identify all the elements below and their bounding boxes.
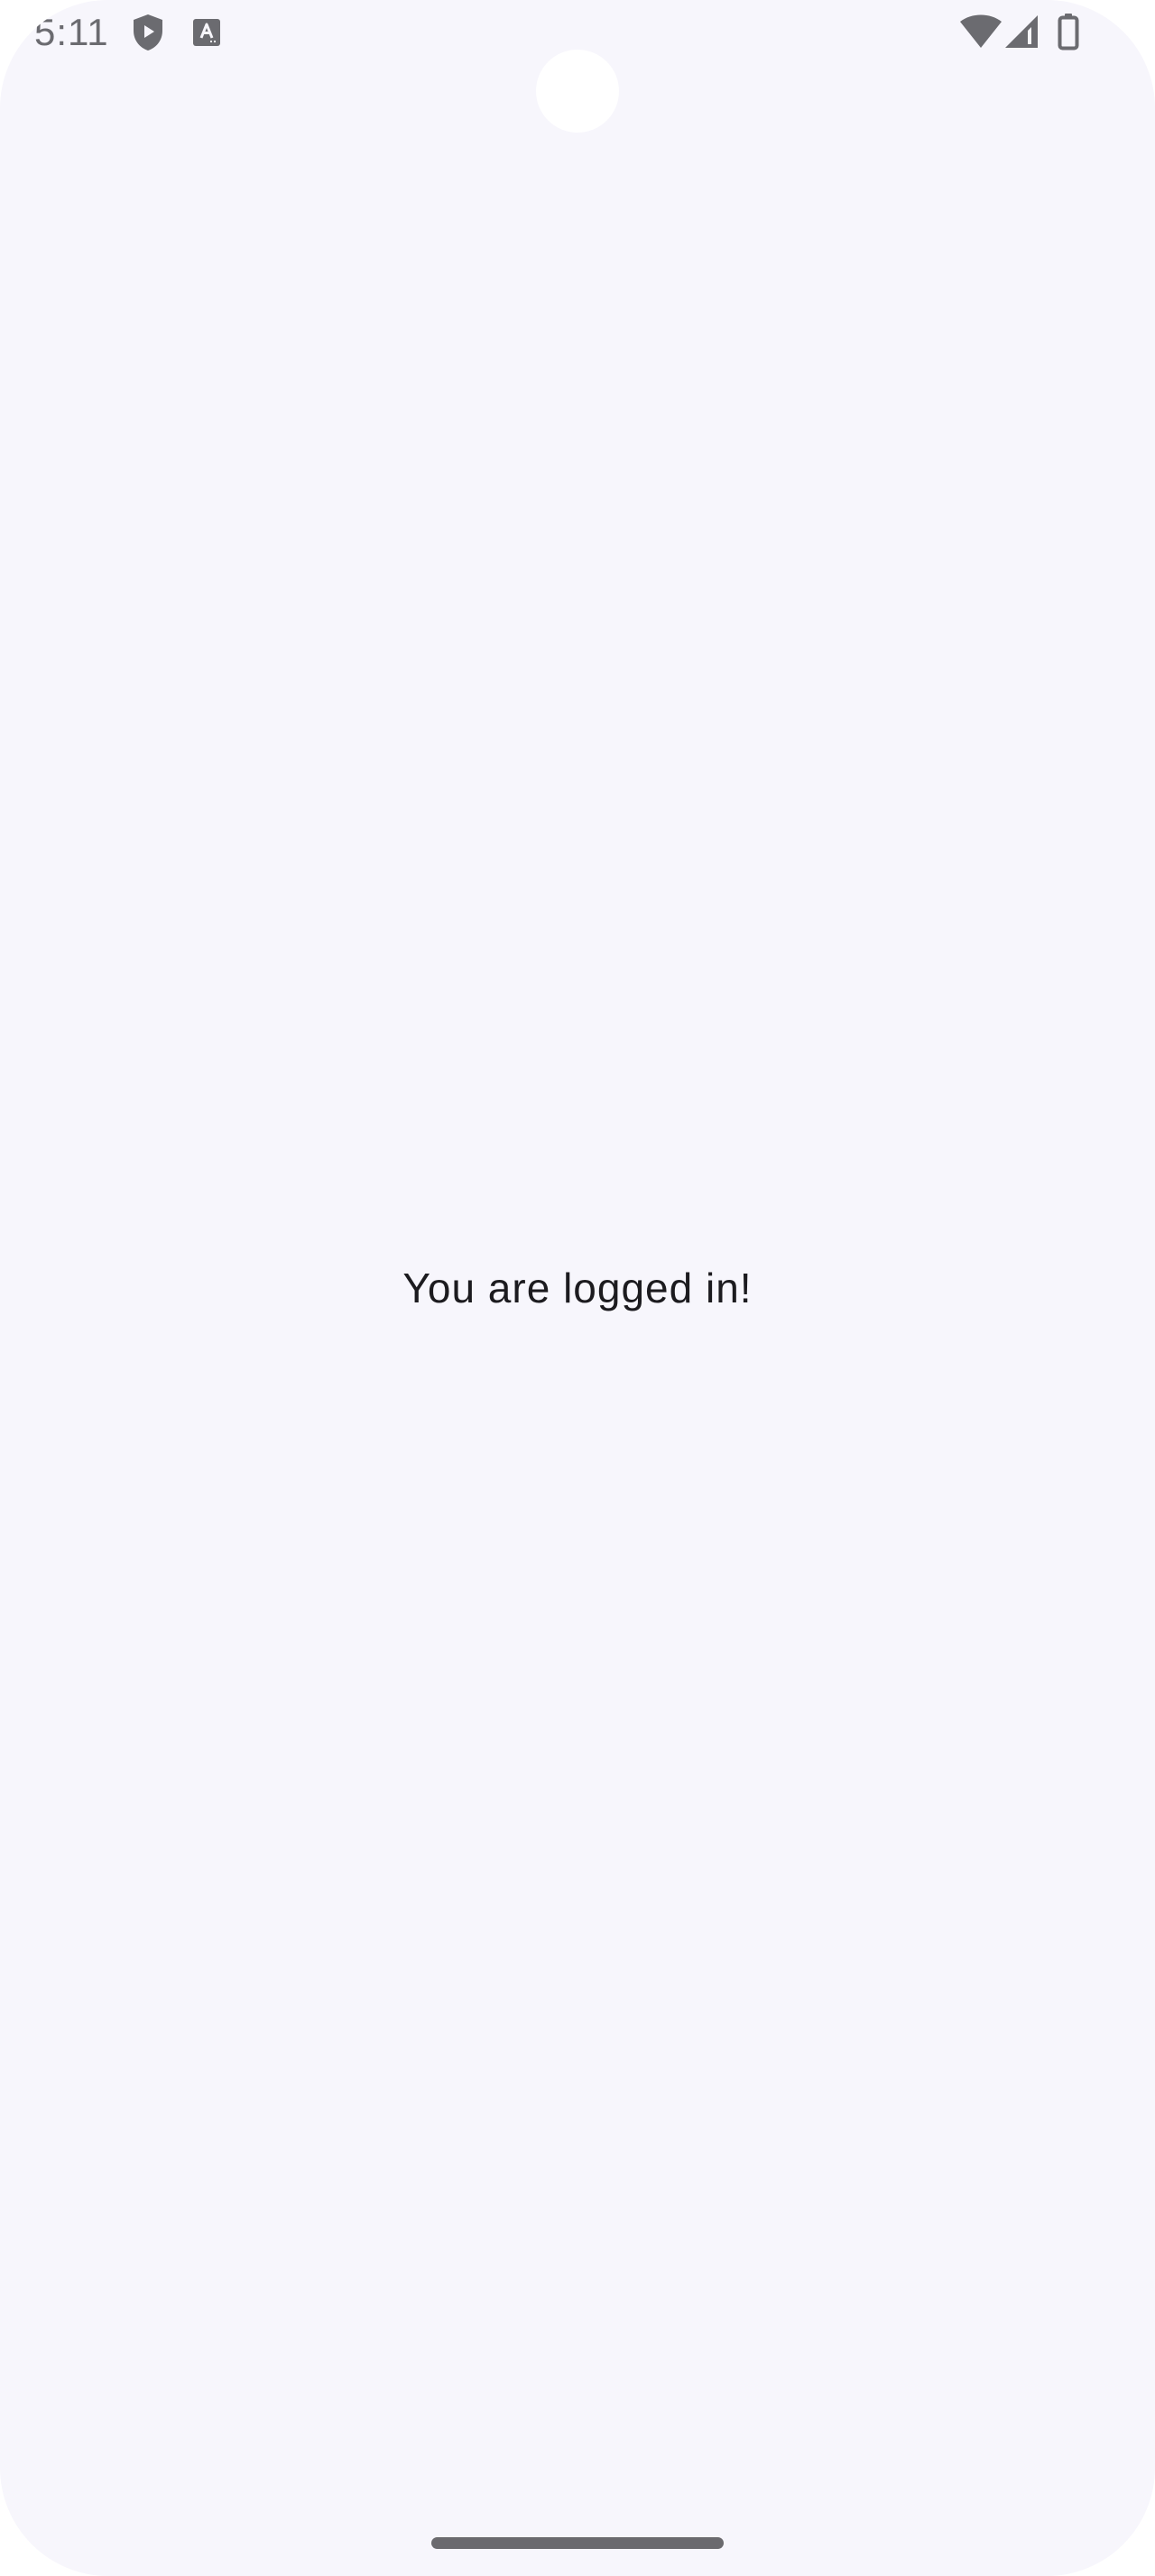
camera-cutout [536,50,619,133]
logged-in-message: You are logged in! [402,1265,753,1311]
battery-icon [1058,14,1079,51]
gesture-navigation-handle[interactable] [431,2537,724,2549]
cell-signal-icon [1005,15,1038,48]
keyboard-a-icon [193,19,220,46]
wifi-icon [960,14,1002,48]
status-time: 5:11 [34,11,109,53]
phone-screen: 5:11 You are logged in! [0,0,1155,2576]
play-protect-shield-icon [134,14,162,51]
